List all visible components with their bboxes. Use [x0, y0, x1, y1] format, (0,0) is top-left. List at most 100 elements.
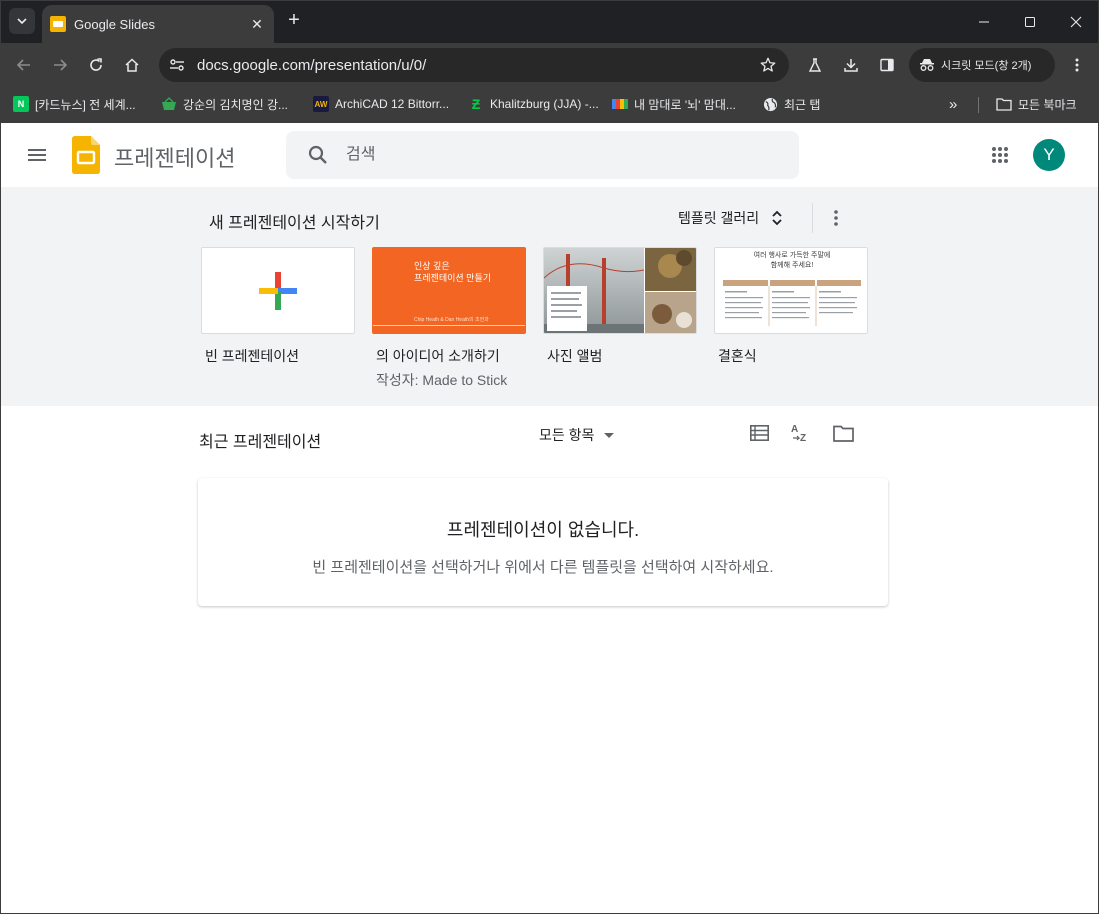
browser-menu-button[interactable] — [1063, 51, 1091, 79]
bookmark-item[interactable]: Ƶ Khalitzburg (JJA) -... — [468, 93, 599, 115]
template-name: 의 아이디어 소개하기 — [376, 348, 500, 364]
bookmarks-divider — [978, 97, 979, 113]
tune-icon — [170, 59, 184, 71]
close-window-button[interactable] — [1053, 1, 1098, 43]
thumb-footer: Chip Heath & Dan Heath의 조언과 — [414, 317, 489, 323]
bookmark-label: Khalitzburg (JJA) -... — [490, 97, 599, 111]
schedule-columns-image — [723, 280, 861, 326]
app-title[interactable]: 프레젠테이션 — [114, 141, 235, 173]
template-thumbnail[interactable] — [543, 247, 697, 334]
owner-filter-label: 모든 항목 — [539, 427, 595, 443]
account-avatar[interactable]: Y — [1033, 139, 1065, 171]
template-name: 빈 프레젠테이션 — [205, 348, 300, 364]
bookmark-label: 최근 탭 — [784, 97, 821, 112]
template-idea-pitch[interactable]: 인상 깊은 프레젠테이션 만들기 Chip Heath & Dan Heath의… — [372, 247, 526, 390]
list-view-icon — [749, 425, 769, 441]
address-bar[interactable]: docs.google.com/presentation/u/0/ — [159, 48, 789, 82]
template-thumbnail[interactable]: 인상 깊은 프레젠테이션 만들기 Chip Heath & Dan Heath의… — [372, 247, 526, 334]
bookmark-star-button[interactable] — [753, 51, 783, 79]
template-blank[interactable]: 빈 프레젠테이션 — [201, 247, 355, 366]
search-button[interactable] — [298, 135, 338, 175]
template-thumbnail[interactable] — [201, 247, 355, 334]
star-icon — [760, 57, 776, 72]
tab-title: Google Slides — [74, 16, 155, 32]
close-icon — [1070, 16, 1082, 28]
empty-state-message: 빈 프레젠테이션을 선택하거나 위에서 다른 템플릿을 선택하여 시작하세요. — [312, 559, 774, 576]
search-input[interactable] — [346, 146, 799, 164]
downloads-button[interactable] — [837, 51, 865, 79]
tab-close-icon[interactable]: ✕ — [248, 16, 266, 33]
reload-button[interactable] — [82, 51, 110, 79]
template-thumbnail[interactable]: 여러 행사로 가득한 주말에 함께해 주세요! — [714, 247, 868, 334]
reload-icon — [90, 58, 102, 71]
template-author: 작성자: Made to Stick — [376, 372, 508, 388]
title-bar: Google Slides ✕ + — [1, 1, 1098, 43]
recent-presentations-title: 최근 프레젠테이션 — [199, 434, 322, 451]
bookmark-item[interactable]: 내 맘대로 '뇌' 맘대... — [612, 93, 736, 115]
bookmarks-overflow-button[interactable]: » — [949, 93, 957, 115]
svg-text:Z: Z — [800, 433, 806, 444]
forward-button[interactable] — [46, 51, 74, 79]
empty-state-title: 프레젠테이션이 없습니다. — [446, 520, 640, 540]
app-header: 프레젠테이션 Y — [1, 123, 1098, 187]
side-panel-icon — [880, 58, 894, 72]
globe-icon — [762, 96, 778, 112]
home-button[interactable] — [118, 51, 146, 79]
labs-button[interactable] — [801, 51, 829, 79]
incognito-indicator[interactable]: 시크릿 모드(창 2개) — [909, 48, 1055, 82]
colorbar-icon — [612, 96, 628, 112]
template-name: 사진 앨범 — [547, 348, 603, 364]
sort-az-icon: A Z — [791, 424, 806, 444]
bookmark-item[interactable]: 강순의 김치명인 강... — [161, 93, 288, 115]
more-vert-icon — [1075, 58, 1079, 72]
thumb-title: 여러 행사로 가득한 주말에 함께해 주세요! — [753, 252, 831, 269]
all-bookmarks-button[interactable]: 모든 북마크 — [996, 93, 1077, 115]
maximize-button[interactable] — [1007, 1, 1053, 43]
svg-text:A: A — [791, 424, 798, 435]
divider — [812, 203, 813, 233]
slides-home: 프레젠테이션 Y 새 프레젠테이션 시작하기 템플릿 갤러리 — [1, 123, 1098, 913]
bookmark-item[interactable]: N [카드뉴스] 전 세계... — [13, 93, 136, 115]
template-gallery-label: 템플릿 갤러리 — [678, 210, 760, 226]
file-picker-button[interactable] — [831, 421, 855, 445]
bookmark-item[interactable]: AW ArchiCAD 12 Bittorr... — [313, 93, 449, 115]
template-photo-album[interactable]: 사진 앨범 — [543, 247, 697, 366]
back-arrow-icon — [16, 59, 30, 71]
side-panel-button[interactable] — [873, 51, 901, 79]
back-button[interactable] — [10, 51, 38, 79]
minimize-button[interactable] — [961, 1, 1007, 43]
empty-state-card: 프레젠테이션이 없습니다. 빈 프레젠테이션을 선택하거나 위에서 다른 템플릿… — [198, 478, 888, 606]
tab-search-button[interactable] — [9, 8, 35, 34]
google-apps-icon[interactable] — [988, 143, 1012, 167]
site-info-button[interactable] — [161, 51, 193, 79]
template-wedding[interactable]: 여러 행사로 가득한 주말에 함께해 주세요! 결혼식 — [714, 247, 868, 366]
browser-window: Google Slides ✕ + docs.google.com/presen… — [0, 0, 1099, 914]
slides-logo-icon[interactable] — [72, 136, 100, 174]
incognito-label: 시크릿 모드(창 2개) — [941, 60, 1032, 72]
search-bar[interactable] — [286, 131, 799, 179]
list-view-button[interactable] — [747, 421, 771, 445]
naver-icon: N — [13, 96, 29, 112]
home-icon — [125, 58, 139, 72]
incognito-icon — [920, 59, 934, 71]
url-text[interactable]: docs.google.com/presentation/u/0/ — [197, 57, 753, 74]
new-tab-button[interactable]: + — [283, 10, 305, 32]
folder-icon — [832, 425, 854, 442]
browser-toolbar: docs.google.com/presentation/u/0/ 시크릿 모드… — [1, 43, 1098, 87]
basket-icon — [161, 96, 177, 112]
bookmark-label: [카드뉴스] 전 세계... — [35, 97, 136, 112]
active-tab[interactable]: Google Slides ✕ — [42, 5, 274, 43]
flask-icon — [808, 58, 822, 72]
photo-collage-image — [544, 248, 696, 333]
sort-button[interactable]: A Z — [789, 421, 813, 445]
template-gallery-button[interactable]: 템플릿 갤러리 — [678, 203, 783, 233]
thumb-title: 인상 깊은 프레젠테이션 만들기 — [414, 261, 492, 283]
all-bookmarks-label: 모든 북마크 — [1018, 97, 1077, 112]
folder-icon — [996, 96, 1012, 112]
bookmark-item[interactable]: 최근 탭 — [762, 93, 820, 115]
bookmark-label: ArchiCAD 12 Bittorr... — [335, 97, 450, 111]
owner-filter-dropdown[interactable]: 모든 항목 — [539, 425, 615, 445]
main-menu-button[interactable] — [25, 143, 49, 167]
template-more-button[interactable] — [824, 205, 848, 231]
template-section: 새 프레젠테이션 시작하기 템플릿 갤러리 빈 프레젠테이션 인상 깊은 프레젠… — [1, 187, 1098, 406]
